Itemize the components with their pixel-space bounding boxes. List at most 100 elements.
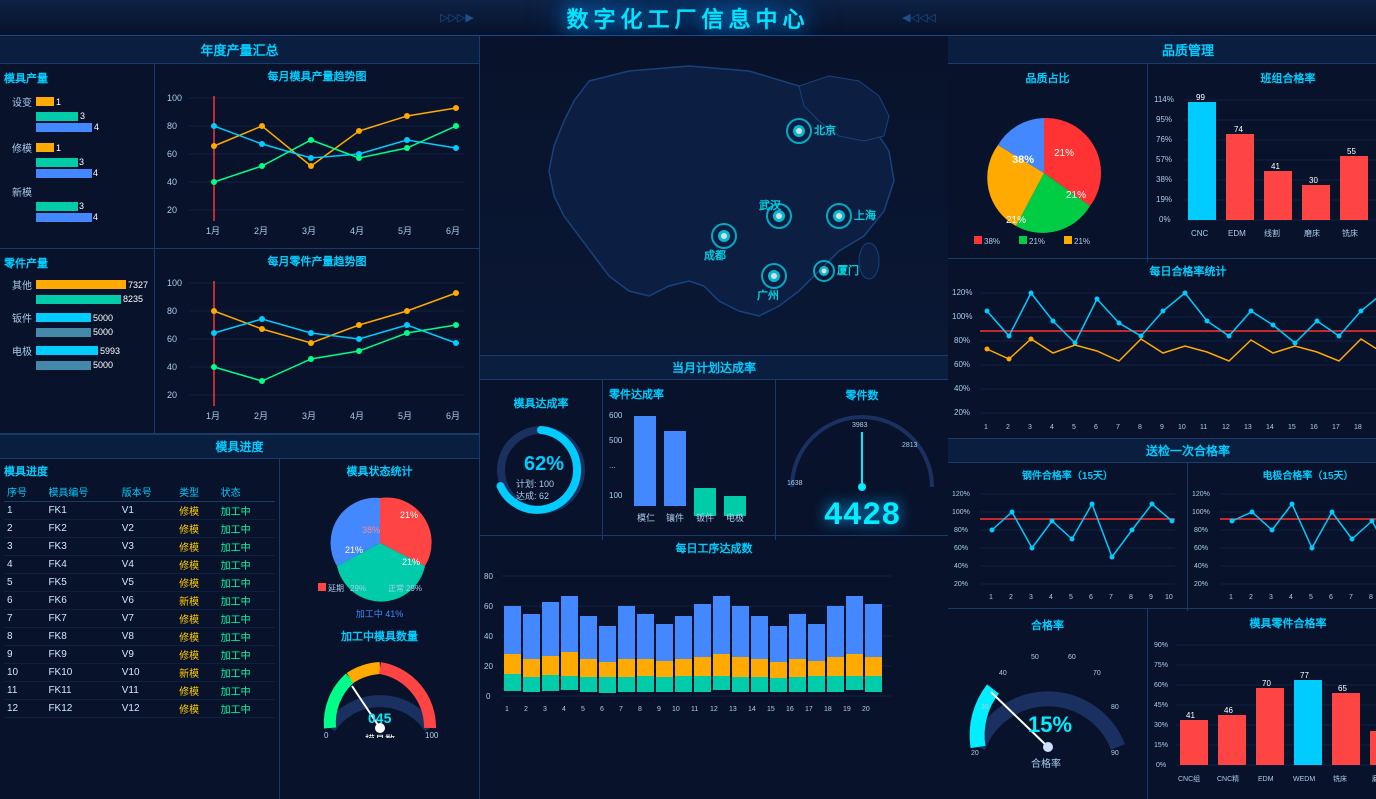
svg-text:0: 0 [486, 692, 491, 701]
svg-text:2: 2 [1249, 594, 1253, 601]
svg-text:80%: 80% [954, 527, 968, 534]
table-row: 4FK4V4修模加工中 [4, 556, 275, 574]
svg-text:20: 20 [971, 750, 979, 757]
svg-text:20%: 20% [954, 581, 968, 588]
svg-text:100: 100 [425, 731, 439, 738]
svg-text:20%: 20% [1194, 581, 1208, 588]
svg-text:60: 60 [1068, 654, 1076, 661]
svg-text:6: 6 [1094, 424, 1098, 431]
svg-text:0%: 0% [1159, 215, 1171, 224]
svg-text:1638: 1638 [787, 480, 803, 487]
svg-text:1: 1 [1229, 594, 1233, 601]
svg-text:...: ... [609, 461, 616, 470]
svg-text:18: 18 [824, 706, 832, 713]
header-deco-right: ◀◁◁◁ [902, 11, 936, 24]
svg-text:13: 13 [1244, 424, 1252, 431]
center-panel: 北京 上海 武汉 成都 [480, 36, 948, 799]
plan-section: 当月计划达成率 模具达成率 62% 计划: 100 达成: 62 [480, 356, 948, 536]
monthly-mold-trend: 每月模具产量趋势图 100 80 60 40 20 [155, 64, 479, 248]
svg-text:19: 19 [843, 706, 851, 713]
svg-text:模具数: 模具数 [365, 733, 395, 738]
svg-text:4: 4 [1289, 594, 1293, 601]
svg-text:100: 100 [167, 93, 182, 103]
mold-rate-gauge: 62% 计划: 100 达成: 62 [486, 415, 596, 525]
svg-text:100%: 100% [952, 509, 970, 516]
header: ▷▷▷▶ 数字化工厂信息中心 ◀◁◁◁ [0, 0, 1376, 36]
svg-text:120%: 120% [952, 288, 972, 297]
svg-text:5月: 5月 [398, 226, 412, 236]
svg-text:模仁: 模仁 [637, 512, 655, 523]
quality-header: 品质管理 [948, 36, 1376, 64]
svg-text:8: 8 [1129, 594, 1133, 601]
svg-text:达成: 62: 达成: 62 [516, 490, 549, 501]
svg-text:60: 60 [167, 149, 177, 159]
svg-text:5: 5 [1069, 594, 1073, 601]
svg-text:29%: 29% [406, 584, 422, 593]
mold-rate-panel: 模具达成率 62% 计划: 100 达成: 62 [480, 380, 603, 540]
part-count-panel: 零件数 1638 2813 3983 4428 [776, 380, 948, 540]
svg-text:21%: 21% [1029, 237, 1045, 246]
svg-text:铣床: 铣床 [1333, 774, 1347, 783]
svg-text:广州: 广州 [757, 288, 779, 302]
svg-text:60%: 60% [954, 545, 968, 552]
mold-part-rate-panel: 模具零件合格率 90% 75% 60% 45% 30% 15% 0% [1148, 609, 1376, 799]
mold-status-area: 模具状态统计 [279, 459, 479, 799]
svg-text:40: 40 [167, 177, 177, 187]
svg-text:20%: 20% [954, 408, 970, 417]
mold-trend-chart: 100 80 60 40 20 [159, 86, 469, 241]
svg-text:95%: 95% [1156, 115, 1172, 124]
table-row: 5FK5V5修模加工中 [4, 574, 275, 592]
svg-text:3: 3 [1029, 594, 1033, 601]
svg-text:60%: 60% [954, 360, 970, 369]
svg-text:50: 50 [1031, 654, 1039, 661]
svg-text:38%: 38% [984, 237, 1000, 246]
svg-text:4: 4 [1049, 594, 1053, 601]
svg-text:2月: 2月 [254, 411, 268, 421]
table-row: 9FK9V9修模加工中 [4, 646, 275, 664]
header-deco-left: ▷▷▷▶ [440, 11, 474, 24]
svg-text:10: 10 [1178, 424, 1186, 431]
svg-text:5: 5 [1072, 424, 1076, 431]
steel-rate-panel: 钢件合格率（15天） 120% 100% 80% 60% 40% 20% [948, 463, 1188, 611]
svg-text:7: 7 [1116, 424, 1120, 431]
svg-text:600: 600 [609, 411, 623, 420]
china-map-svg: 北京 上海 武汉 成都 [509, 41, 919, 351]
china-map-area: 北京 上海 武汉 成都 [480, 36, 948, 356]
svg-text:EDM: EDM [1258, 776, 1274, 783]
shift-rate-chart: 114% 95% 76% 57% 38% 19% 0% [1154, 88, 1376, 253]
svg-text:21%: 21% [1054, 148, 1074, 159]
svg-text:41: 41 [1271, 162, 1280, 171]
svg-text:100: 100 [167, 278, 182, 288]
pass-rate-gauge-panel: 合格率 20 30 40 50 60 70 80 [948, 609, 1148, 799]
svg-text:16: 16 [786, 706, 794, 713]
part-quantity-title: 零件产量 [4, 255, 150, 271]
svg-text:500: 500 [609, 436, 623, 445]
table-row: 2FK2V2修模加工中 [4, 520, 275, 538]
svg-text:11: 11 [1200, 424, 1207, 431]
svg-text:21%: 21% [1006, 215, 1026, 226]
quality-ratio-panel: 品质占比 21% 21% [948, 64, 1148, 262]
svg-text:40: 40 [999, 670, 1007, 677]
svg-text:17: 17 [1332, 424, 1340, 431]
mold-status-pie: 21% 21% 21% 38% 延期 29% 正常 29% [310, 483, 450, 603]
svg-text:76%: 76% [1156, 135, 1172, 144]
daily-wip-section: 每日工序达成数 80 60 40 20 0 [480, 536, 948, 799]
pass-rate-gauge-svg: 20 30 40 50 60 70 80 90 15% 合格率 [963, 637, 1133, 792]
svg-text:北京: 北京 [814, 123, 836, 137]
part-trend-chart: 100 80 60 40 20 [159, 271, 469, 426]
svg-text:75%: 75% [1154, 662, 1168, 669]
svg-text:21%: 21% [402, 557, 420, 567]
right-panel: 品质管理 品质占比 [948, 36, 1376, 799]
svg-text:6: 6 [1089, 594, 1093, 601]
svg-text:10: 10 [1165, 594, 1173, 601]
svg-text:100%: 100% [1192, 509, 1210, 516]
electrode-rate-chart: 120% 100% 80% 60% 40% 20% [1192, 484, 1376, 604]
svg-text:12: 12 [710, 706, 718, 713]
svg-text:90%: 90% [1154, 642, 1168, 649]
svg-text:铣床: 铣床 [1342, 228, 1358, 238]
mold-progress-section: 模具进度 模具进度 序号 模具编号 版本号 类型 [0, 434, 479, 799]
svg-text:30: 30 [1309, 176, 1318, 185]
svg-text:上海: 上海 [854, 208, 876, 222]
svg-text:40%: 40% [1194, 563, 1208, 570]
part-trend-title: 每月零件产量趋势图 [159, 253, 475, 269]
